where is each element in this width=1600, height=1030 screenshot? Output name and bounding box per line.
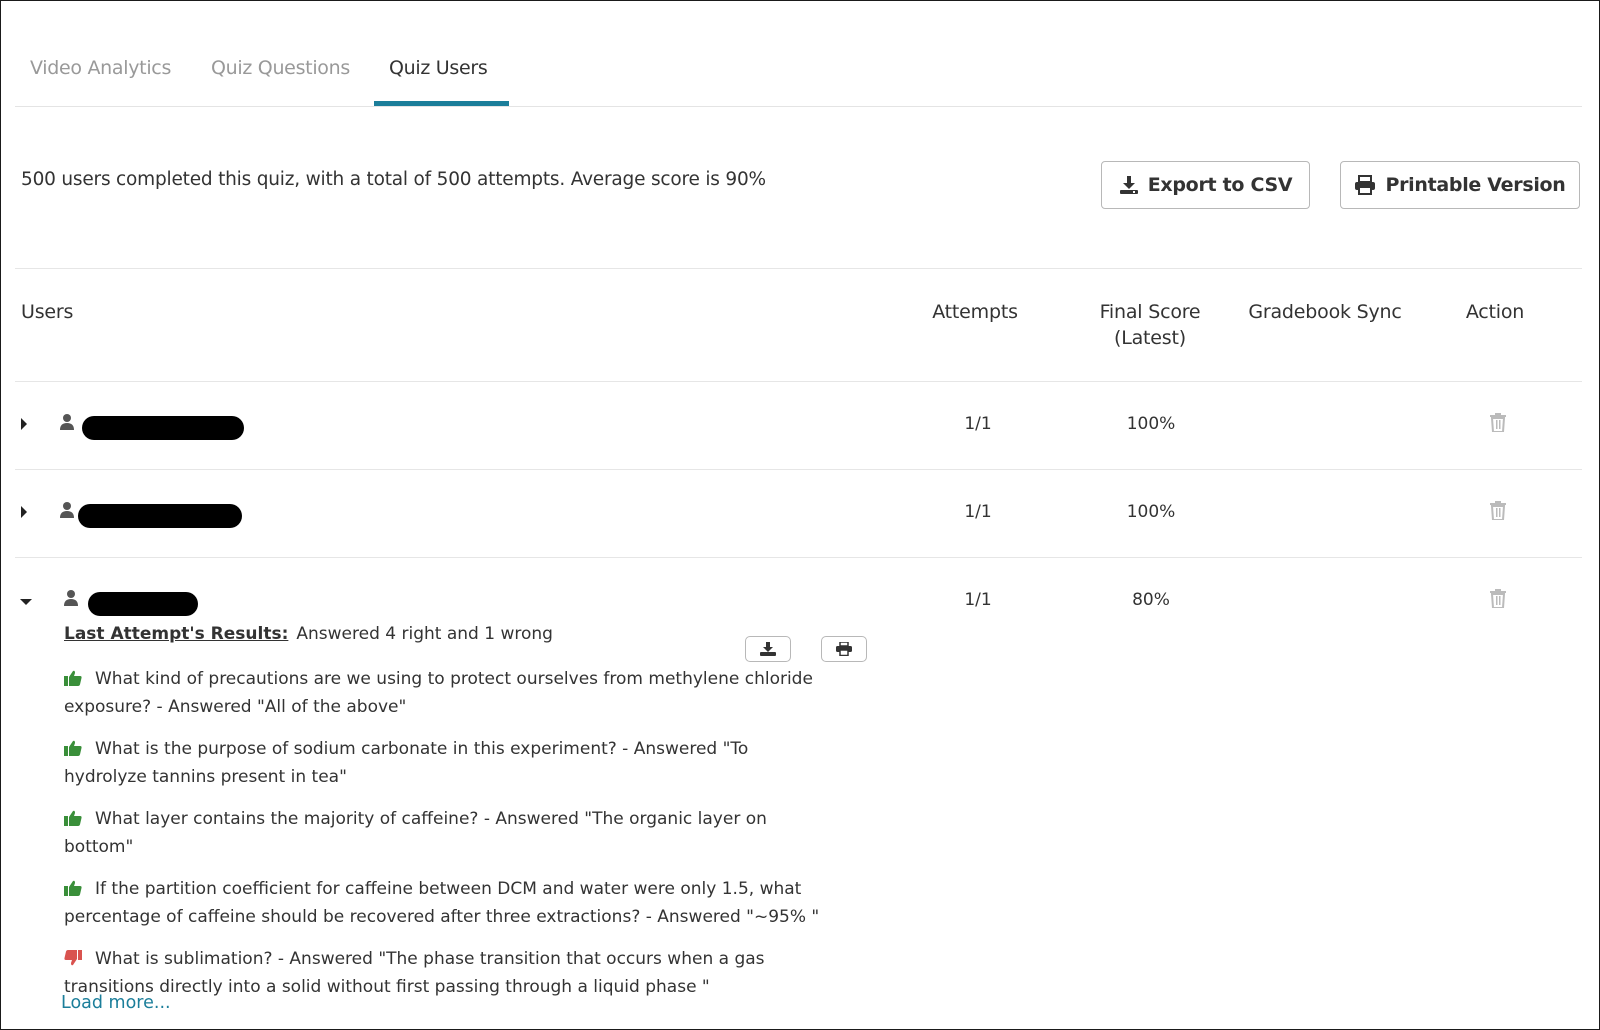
final-score-label: Final Score	[1099, 301, 1201, 323]
divider	[15, 268, 1582, 269]
answer-text: What is sublimation? - Answered "The pha…	[64, 949, 765, 997]
column-header-action: Action	[1465, 301, 1525, 323]
caret-right-icon[interactable]	[20, 506, 28, 518]
printer-icon	[836, 642, 852, 656]
trash-icon[interactable]	[1490, 501, 1506, 520]
export-csv-label: Export to CSV	[1147, 174, 1293, 196]
attempts-cell: 1/1	[964, 590, 992, 610]
export-csv-button[interactable]: Export to CSV	[1101, 161, 1310, 209]
attempts-cell: 1/1	[964, 502, 992, 522]
last-attempt-label: Last Attempt's Results:	[64, 624, 289, 644]
printer-icon	[1355, 175, 1376, 195]
attempts-cell: 1/1	[964, 414, 992, 434]
load-more-link[interactable]: Load more...	[61, 993, 171, 1013]
thumbs-up-icon	[64, 740, 82, 756]
thumbs-down-icon	[64, 950, 82, 966]
final-score-cell: 100%	[1126, 502, 1176, 522]
answer-item: What layer contains the majority of caff…	[64, 805, 824, 861]
print-attempt-button[interactable]	[821, 636, 867, 662]
redacted-username	[82, 416, 244, 440]
column-header-final-score: Final Score (Latest)	[1080, 299, 1220, 351]
answer-text: What kind of precautions are we using to…	[64, 669, 813, 717]
divider	[15, 557, 1582, 558]
quiz-summary: 500 users completed this quiz, with a to…	[21, 169, 766, 190]
tab-quiz-questions[interactable]: Quiz Questions	[211, 57, 350, 79]
download-icon	[1119, 176, 1138, 194]
printable-version-label: Printable Version	[1385, 174, 1566, 196]
last-attempt-summary: Answered 4 right and 1 wrong	[296, 624, 553, 644]
active-tab-indicator	[374, 101, 509, 106]
final-score-cell: 80%	[1132, 590, 1170, 610]
caret-down-icon[interactable]	[20, 598, 32, 606]
redacted-username	[78, 504, 242, 528]
user-icon	[60, 502, 74, 518]
column-header-users: Users	[21, 301, 74, 323]
tab-quiz-users[interactable]: Quiz Users	[389, 57, 488, 79]
divider	[15, 381, 1582, 382]
answer-text: What layer contains the majority of caff…	[64, 809, 767, 857]
column-header-gradebook-sync: Gradebook Sync	[1248, 301, 1402, 323]
divider	[15, 469, 1582, 470]
tab-video-analytics[interactable]: Video Analytics	[30, 57, 171, 79]
column-header-attempts: Attempts	[932, 301, 1018, 323]
redacted-username	[88, 592, 198, 616]
trash-icon[interactable]	[1490, 589, 1506, 608]
answer-text: If the partition coefficient for caffein…	[64, 879, 820, 927]
thumbs-up-icon	[64, 880, 82, 896]
answer-text: What is the purpose of sodium carbonate …	[64, 739, 749, 787]
answer-item: What kind of precautions are we using to…	[64, 665, 824, 721]
trash-icon[interactable]	[1490, 413, 1506, 432]
final-score-cell: 100%	[1126, 414, 1176, 434]
thumbs-up-icon	[64, 670, 82, 686]
last-attempt-results: Last Attempt's Results: Answered 4 right …	[64, 624, 553, 644]
printable-version-button[interactable]: Printable Version	[1340, 161, 1580, 209]
download-icon	[760, 642, 776, 656]
final-score-sublabel: (Latest)	[1114, 327, 1186, 349]
answer-item: What is the purpose of sodium carbonate …	[64, 735, 824, 791]
answer-item: If the partition coefficient for caffein…	[64, 875, 824, 931]
download-attempt-button[interactable]	[745, 636, 791, 662]
answer-list: What kind of precautions are we using to…	[64, 665, 824, 1015]
user-icon	[60, 414, 74, 430]
thumbs-up-icon	[64, 810, 82, 826]
tab-bar: Video Analytics Quiz Questions Quiz User…	[15, 50, 1582, 107]
caret-right-icon[interactable]	[20, 418, 28, 430]
answer-item: What is sublimation? - Answered "The pha…	[64, 945, 824, 1001]
user-icon	[64, 590, 78, 606]
